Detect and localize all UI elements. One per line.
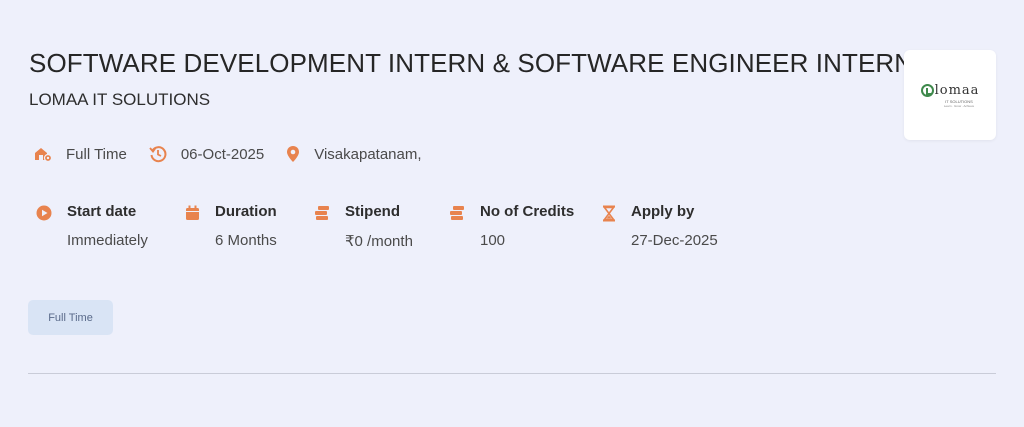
start-date-label: Start date [67, 203, 137, 220]
duration-value: 6 Months [215, 232, 277, 249]
posted-date-meta: 06-Oct-2025 [149, 145, 264, 163]
job-details: Start date Immediately Duration 6 Months [36, 203, 742, 250]
job-meta-row: Full Time 06-Oct-2025 Visakapatanam, [33, 145, 444, 163]
job-type-text: Full Time [66, 145, 127, 163]
stipend-label: Stipend [345, 203, 400, 220]
money-stack-icon [450, 206, 464, 220]
duration-label: Duration [215, 203, 277, 220]
hourglass-icon [602, 205, 616, 222]
job-type-meta: Full Time [33, 145, 127, 163]
location-text: Visakapatanam, [314, 145, 422, 163]
company-logo[interactable]: lomaa IT SOLUTIONS Learn . Grow . Achiev… [904, 50, 996, 140]
apply-by-label: Apply by [631, 203, 695, 220]
apply-by-value: 27-Dec-2025 [631, 232, 718, 249]
start-date-value: Immediately [67, 232, 148, 249]
start-date-detail: Start date Immediately [36, 203, 185, 250]
credits-label: No of Credits [480, 203, 575, 220]
logo-mark-icon [920, 83, 934, 97]
duration-detail: Duration 6 Months [185, 203, 314, 250]
stipend-value: ₹0 /month [345, 233, 413, 250]
history-icon [149, 146, 167, 163]
posted-date-text: 06-Oct-2025 [180, 145, 265, 163]
home-office-icon [35, 148, 52, 163]
location-pin-icon [287, 146, 300, 162]
divider [28, 373, 996, 374]
job-type-tag[interactable]: Full Time [28, 300, 113, 335]
calendar-icon [186, 205, 199, 220]
play-circle-icon [36, 205, 52, 221]
job-title[interactable]: SOFTWARE DEVELOPMENT INTERN & SOFTWARE E… [29, 48, 913, 79]
company-name[interactable]: LOMAA IT SOLUTIONS [29, 90, 210, 110]
credits-value: 100 [480, 232, 506, 249]
logo-tagline: Learn . Grow . Achieve [943, 103, 975, 108]
logo-text: lomaa [934, 82, 980, 98]
money-stack-icon [315, 206, 329, 220]
location-meta: Visakapatanam, [286, 145, 422, 163]
credits-detail: No of Credits 100 [449, 203, 602, 250]
stipend-detail: Stipend ₹0 /month [314, 203, 449, 250]
job-card: SOFTWARE DEVELOPMENT INTERN & SOFTWARE E… [0, 0, 1024, 427]
apply-by-detail: Apply by 27-Dec-2025 [602, 203, 742, 250]
